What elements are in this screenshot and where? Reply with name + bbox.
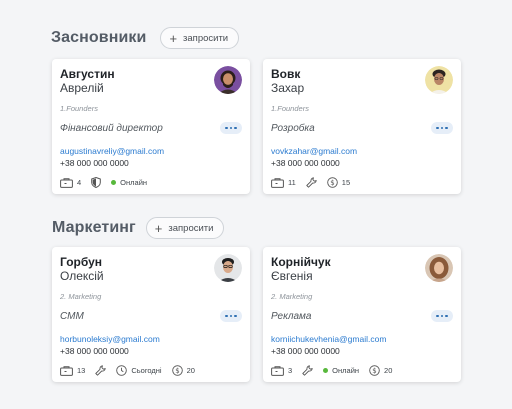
- schedule-indicator: Сьогодні: [116, 365, 162, 376]
- online-dot-icon: [323, 368, 329, 373]
- tools-indicator[interactable]: [302, 365, 313, 376]
- employee-position: СММ: [60, 311, 84, 322]
- employee-phone: +38 000 000 0000: [60, 158, 129, 168]
- tasks-count: 13: [77, 366, 86, 375]
- employee-email[interactable]: korniichukevhenia@gmail.com: [271, 334, 386, 344]
- avatar[interactable]: [214, 254, 242, 282]
- rate-indicator: $ 20: [369, 365, 392, 376]
- tasks-count: 3: [288, 366, 293, 375]
- avatar[interactable]: [214, 66, 242, 94]
- employee-firstname: Євгенія: [271, 269, 313, 283]
- tasks-icon: [271, 365, 284, 376]
- employee-card[interactable]: Корнійчук Євгенія 2. Marketing Реклама k…: [263, 247, 461, 382]
- tools-indicator[interactable]: [95, 365, 106, 376]
- dollar-icon: $: [369, 365, 380, 376]
- employee-position: Розробка: [271, 123, 315, 134]
- invite-button[interactable]: + запросити: [145, 217, 225, 239]
- employee-department: 2. Marketing: [271, 292, 313, 301]
- clock-icon: [116, 365, 128, 376]
- svg-text:$: $: [330, 179, 334, 187]
- online-dot-icon: [111, 180, 117, 185]
- svg-text:$: $: [372, 367, 376, 375]
- section-header: Засновники + запросити: [51, 27, 240, 49]
- employee-department: 2. Marketing: [60, 292, 102, 301]
- section-header: Маркетинг + запросити: [52, 217, 225, 239]
- employee-meta: 4 Онлайн: [60, 177, 147, 188]
- plus-icon: +: [169, 30, 178, 46]
- employee-card[interactable]: Августин Аврелій 1.Founders Фінансовий д…: [52, 59, 250, 194]
- employee-meta: 11 $ 15: [271, 177, 350, 188]
- section-title: Маркетинг: [52, 219, 136, 236]
- tasks-counter[interactable]: 11: [271, 177, 296, 188]
- status-text: Онлайн: [332, 366, 360, 375]
- employee-position: Реклама: [271, 311, 312, 322]
- rate-indicator: $ 20: [171, 365, 195, 376]
- online-status: Онлайн: [323, 366, 359, 375]
- dollar-icon: $: [171, 365, 183, 376]
- more-options-button[interactable]: [220, 310, 242, 322]
- employee-firstname: Захар: [271, 81, 305, 95]
- tasks-icon: [271, 177, 284, 188]
- employee-firstname: Аврелій: [60, 81, 104, 95]
- more-options-button[interactable]: [431, 122, 453, 134]
- tools-indicator[interactable]: [306, 177, 317, 188]
- employee-meta: 13 Сьогодні $ 20: [60, 365, 195, 376]
- employee-surname: Вовк: [271, 67, 301, 81]
- employee-card[interactable]: Горбун Олексій 2. Marketing СММ horbunol…: [52, 247, 250, 382]
- invite-label: запросити: [168, 222, 214, 234]
- shield-icon: [91, 177, 101, 188]
- employee-email[interactable]: augustinavreliy@gmail.com: [60, 146, 164, 156]
- svg-text:$: $: [175, 367, 179, 375]
- avatar[interactable]: [425, 254, 453, 282]
- employee-email[interactable]: vovkzahar@gmail.com: [271, 146, 357, 156]
- wrench-icon: [95, 365, 106, 376]
- more-options-button[interactable]: [220, 122, 242, 134]
- plus-icon: +: [154, 220, 163, 236]
- tasks-count: 4: [77, 178, 82, 187]
- rate-indicator: $ 15: [327, 177, 350, 188]
- employee-surname: Августин: [60, 67, 115, 81]
- employee-phone: +38 000 000 0000: [271, 346, 340, 356]
- schedule-text: Сьогодні: [131, 366, 162, 375]
- status-text: Онлайн: [120, 178, 148, 187]
- avatar[interactable]: [425, 66, 453, 94]
- online-status: Онлайн: [111, 178, 147, 187]
- employee-meta: 3 Онлайн $ 20: [271, 365, 392, 376]
- rate-value: 20: [384, 366, 393, 375]
- more-options-button[interactable]: [431, 310, 453, 322]
- employee-department: 1.Founders: [271, 104, 309, 113]
- employee-department: 1.Founders: [60, 104, 98, 113]
- section-title: Засновники: [51, 29, 147, 46]
- rate-value: 20: [186, 366, 195, 375]
- employee-surname: Корнійчук: [271, 255, 331, 269]
- tasks-icon: [60, 365, 73, 376]
- invite-label: запросити: [183, 32, 229, 44]
- invite-button[interactable]: + запросити: [160, 27, 240, 49]
- employee-phone: +38 000 000 0000: [60, 346, 129, 356]
- tasks-counter[interactable]: 3: [271, 365, 293, 376]
- employee-firstname: Олексій: [60, 269, 104, 283]
- permissions-indicator[interactable]: [91, 177, 101, 188]
- employee-phone: +38 000 000 0000: [271, 158, 340, 168]
- employee-card[interactable]: Вовк Захар 1.Founders Розробка vovkzahar…: [263, 59, 461, 194]
- tasks-counter[interactable]: 4: [60, 177, 82, 188]
- dollar-icon: $: [327, 177, 338, 188]
- employee-surname: Горбун: [60, 255, 103, 269]
- tasks-icon: [60, 177, 73, 188]
- employee-email[interactable]: horbunoleksiy@gmail.com: [60, 334, 160, 344]
- wrench-icon: [306, 177, 317, 188]
- tasks-count: 11: [288, 178, 296, 187]
- tasks-counter[interactable]: 13: [60, 365, 86, 376]
- rate-value: 15: [341, 178, 351, 187]
- employee-position: Фінансовий директор: [60, 123, 163, 134]
- wrench-icon: [302, 365, 313, 376]
